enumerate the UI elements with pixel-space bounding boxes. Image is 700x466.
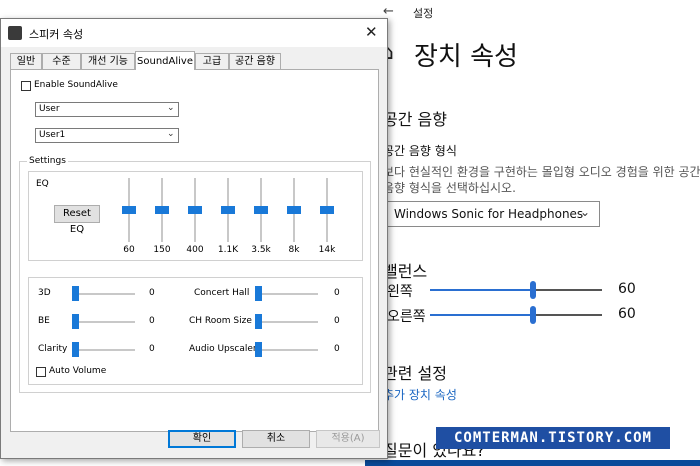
enable-soundalive-label: Enable SoundAlive [34, 80, 118, 90]
slider-ch-room-size[interactable] [256, 321, 318, 323]
spatial-format-dropdown[interactable]: Windows Sonic for Headphones ⌄ [383, 201, 600, 227]
value-audio-upscaler: 0 [334, 344, 340, 354]
reset-eq-button[interactable]: Reset EQ [54, 205, 100, 235]
left-balance-slider[interactable] [430, 281, 602, 299]
eq-thumb-1-1k[interactable] [221, 206, 235, 214]
tab-spatial-sound[interactable]: 공간 음향 [229, 53, 281, 69]
eq-band-label: 8k [288, 245, 300, 255]
speaker-icon [8, 26, 22, 40]
value-clarity: 0 [149, 344, 155, 354]
related-settings-heading: 관련 설정 [383, 364, 447, 383]
right-balance-label: 오른쪽 [387, 309, 426, 325]
settings-app-title: 설정 [413, 7, 434, 20]
eq-label: EQ [36, 179, 49, 189]
effect-label-3d: 3D [38, 288, 51, 298]
value-ch-room-size: 0 [334, 316, 340, 326]
eq-band-label: 150 [153, 245, 171, 255]
user-preset-combo[interactable]: User1 ⌄ [35, 128, 179, 143]
eq-thumb-60[interactable] [122, 206, 136, 214]
slider-thumb-3d[interactable] [72, 286, 79, 301]
back-arrow-icon[interactable]: ← [383, 4, 394, 19]
effect-label-clarity: Clarity [38, 344, 68, 354]
auto-volume-label: Auto Volume [49, 366, 107, 376]
cancel-button[interactable]: 취소 [242, 430, 310, 448]
additional-device-properties-link[interactable]: 추가 장치 속성 [383, 386, 457, 403]
slider-thumb-ch-room-size[interactable] [255, 314, 262, 329]
ok-button[interactable]: 확인 [168, 430, 236, 448]
eq-thumb-3-5k[interactable] [254, 206, 268, 214]
eq-thumb-150[interactable] [155, 206, 169, 214]
close-icon[interactable]: ✕ [365, 23, 378, 41]
eq-band-label: 1.1K [217, 245, 239, 255]
value-concert-hall: 0 [334, 288, 340, 298]
spatial-format-value: Windows Sonic for Headphones [394, 207, 584, 221]
preset-combo-value: User [39, 104, 60, 114]
slider-thumb-clarity[interactable] [72, 342, 79, 357]
value-3d: 0 [149, 288, 155, 298]
page-title: 장치 속성 [414, 42, 518, 72]
eq-band-label: 3.5k [251, 245, 271, 255]
right-balance-thumb[interactable] [530, 306, 536, 324]
enable-soundalive-checkbox[interactable] [21, 81, 31, 91]
eq-thumb-14k[interactable] [320, 206, 334, 214]
speaker-properties-dialog: 스피커 속성 ✕ 일반 수준 개선 기능 SoundAlive 고급 공간 음향… [0, 18, 388, 459]
tab-advanced[interactable]: 고급 [195, 53, 229, 69]
user-preset-combo-value: User1 [39, 130, 66, 140]
slider-clarity[interactable] [73, 349, 135, 351]
eq-band-label: 60 [123, 245, 135, 255]
auto-volume-checkbox[interactable] [36, 367, 46, 377]
tab-levels[interactable]: 수준 [42, 53, 81, 69]
effect-label-concert-hall: Concert Hall [194, 288, 250, 298]
bottom-edge [365, 460, 700, 466]
chevron-down-icon: ⌄ [167, 103, 175, 113]
eq-thumb-8k[interactable] [287, 206, 301, 214]
tab-general[interactable]: 일반 [10, 53, 42, 69]
slider-concert-hall[interactable] [256, 293, 318, 295]
spatial-format-label: 공간 음향 형식 [383, 144, 457, 158]
right-balance-slider[interactable] [430, 306, 602, 324]
watermark: COMTERMAN.TISTORY.COM [436, 427, 670, 449]
dialog-titlebar: 스피커 속성 ✕ [1, 19, 387, 47]
value-be: 0 [149, 316, 155, 326]
preset-combo[interactable]: User ⌄ [35, 102, 179, 117]
dialog-title: 스피커 속성 [29, 28, 84, 41]
left-balance-thumb[interactable] [530, 281, 536, 299]
apply-button[interactable]: 적용(A) [316, 430, 380, 448]
tab-soundalive[interactable]: SoundAlive [135, 51, 195, 70]
effect-label-be: BE [38, 316, 50, 326]
eq-band-label: 400 [186, 245, 204, 255]
right-balance-fill [430, 314, 533, 316]
chevron-down-icon: ⌄ [167, 129, 175, 139]
eq-band-label: 14k [318, 245, 336, 255]
left-balance-fill [430, 289, 533, 291]
effect-label-audio-upscaler: Audio Upscaler [189, 344, 257, 354]
chevron-down-icon: ⌄ [580, 205, 591, 219]
slider-thumb-be[interactable] [72, 314, 79, 329]
right-balance-value: 60 [618, 306, 636, 322]
slider-be[interactable] [73, 321, 135, 323]
slider-thumb-concert-hall[interactable] [255, 286, 262, 301]
effect-label-ch-room-size: CH Room Size [189, 316, 252, 326]
balance-heading: 밸런스 [383, 262, 428, 281]
slider-audio-upscaler[interactable] [256, 349, 318, 351]
left-balance-label: 왼쪽 [387, 284, 413, 300]
slider-3d[interactable] [73, 293, 135, 295]
spatial-format-description: 보다 현실적인 환경을 구현하는 몰입형 오디오 경험을 위한 공간 음향 형식… [383, 165, 700, 195]
slider-thumb-audio-upscaler[interactable] [255, 342, 262, 357]
settings-group-label: Settings [27, 156, 68, 166]
eq-thumb-400[interactable] [188, 206, 202, 214]
tab-enhancements[interactable]: 개선 기능 [81, 53, 135, 69]
spatial-sound-heading: 공간 음향 [383, 110, 447, 129]
left-balance-value: 60 [618, 281, 636, 297]
